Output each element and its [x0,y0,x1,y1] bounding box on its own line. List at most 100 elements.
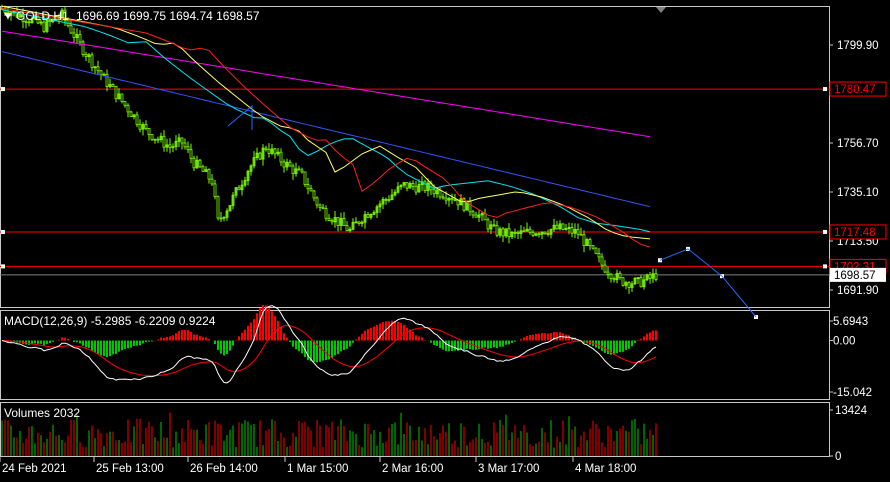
candle-body [354,221,358,224]
ohlc-label: 1696.69 1699.75 1694.74 1698.57 [76,9,260,23]
candle-body [414,185,418,193]
candle-body [654,273,658,280]
candle-body [501,228,505,237]
candle-body [96,66,100,72]
candle-body [282,161,286,168]
candle-body [342,217,346,226]
chart-shift-marker[interactable] [656,7,666,13]
volume-tick-label: 13424 [835,405,868,417]
candle-body [207,169,211,180]
candle-body [591,245,595,249]
candle-body [405,182,409,189]
candle-body [312,190,316,199]
moving-average-0 [1,30,651,138]
candle-body [273,148,277,155]
candle-body [291,165,295,175]
candle-body [300,169,304,173]
candle-body [120,93,124,102]
time-tick-label: 26 Feb 14:00 [190,463,258,475]
candle-body [99,70,103,76]
candle-body [513,231,517,234]
candle-body [114,85,118,100]
candle-body [216,196,220,219]
candle-body [135,114,139,125]
volume-tick-label: 0 [835,451,841,463]
candle-body [129,111,133,118]
candle-body [432,189,436,195]
candle-body [321,206,325,209]
candle-body [474,214,478,218]
level-marker-left [1,264,5,269]
candle-body [576,229,580,235]
candle-body [537,233,541,236]
candle-body [138,123,142,130]
time-tick-label: 25 Feb 13:00 [96,463,164,475]
time-tick-label: 4 Mar 18:00 [575,463,636,475]
candle-body [297,168,301,171]
candle-body [492,224,496,227]
candle-body [522,230,526,233]
candle-body [219,217,223,220]
candle-body [237,187,241,191]
candle-body [639,277,643,288]
candle-body [588,239,592,247]
axes: 1799.901756.701735.101713.501691.901780.… [0,40,887,475]
candle-body [72,32,76,38]
candle-body [192,157,196,169]
candle-body [594,247,598,254]
candle-body [486,219,490,230]
candle-body [327,217,331,221]
macd-tick-label: -15.042 [833,387,872,399]
candle-body [324,208,328,219]
volume-title: Volumes 2032 [4,406,80,420]
candle-body [411,183,415,187]
level-marker-right [823,229,827,234]
candle-body [609,273,613,279]
price-tick-label: 1799.90 [837,40,879,52]
candle-body [210,178,214,185]
candle-body [453,199,457,202]
candle-body [279,151,283,163]
candle-body [213,183,217,198]
level-tag-label: 1717.48 [834,227,876,239]
candle-body [366,214,370,218]
candle-body [144,124,148,129]
candle-body [315,197,319,206]
candle-body [345,225,349,232]
candle-body [168,144,172,148]
candle-body [600,256,604,266]
candle-body [627,282,631,288]
candle-body [198,159,202,168]
candle-body [471,211,475,216]
candle-body [570,227,574,234]
candle-body [69,25,73,34]
time-tick-label: 1 Mar 15:00 [287,463,348,475]
candle-body [555,224,559,230]
candle-body [258,152,262,160]
candle-body [183,142,187,148]
price-tick-label: 1756.70 [837,138,879,150]
candle-body [387,199,391,201]
candle-body [156,138,160,141]
candle-body [180,137,184,144]
time-tick-label: 3 Mar 17:00 [478,463,539,475]
candle-body [126,104,130,113]
candle-body [357,221,361,224]
current-price-tag: 1698.57 [834,270,876,282]
price-panel [0,4,830,319]
candle-body [147,128,151,135]
candle-body [318,204,322,208]
candle-body [42,21,46,32]
price-tick-label: 1691.90 [837,285,879,297]
level-marker-left [1,229,5,234]
candle-body [90,54,94,68]
candle-body [507,228,511,238]
trend-line [227,104,253,130]
candle-body [330,220,334,223]
candle-body [111,84,115,87]
candle-body [648,274,652,279]
level-marker-right [823,264,827,269]
candle-body [516,232,520,234]
time-tick-label: 2 Mar 16:00 [382,463,443,475]
candle-body [603,264,607,273]
